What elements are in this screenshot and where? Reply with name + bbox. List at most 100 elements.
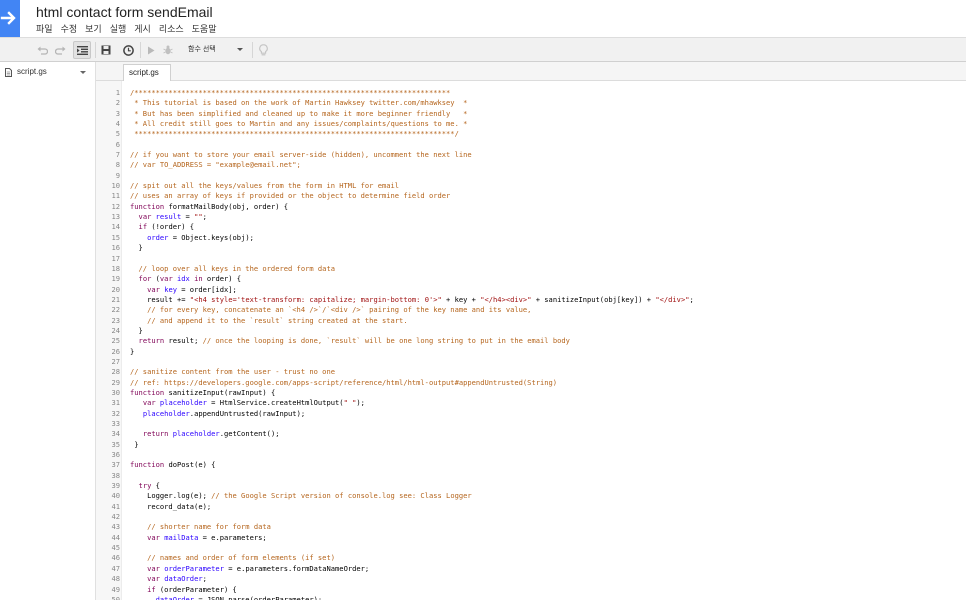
code-text: // spit out all the keys/values from the… (130, 181, 399, 191)
line-number: 4 (115, 119, 120, 129)
code-line[interactable]: 27 (96, 357, 966, 367)
line-number: 22 (111, 305, 120, 315)
save-button[interactable] (99, 41, 113, 59)
code-line[interactable]: 50 dataOrder = JSON.parse(orderParameter… (96, 595, 966, 600)
code-line[interactable]: 30 function sanitizeInput(rawInput) { (96, 388, 966, 398)
code-line[interactable]: 21 result += "<h4 style='text-transform:… (96, 295, 966, 305)
toolbar-separator (95, 42, 96, 58)
triggers-button[interactable] (121, 41, 135, 59)
menu-run[interactable]: 실행 (106, 22, 131, 36)
code-line[interactable]: 4 * All credit still goes to Martin and … (96, 119, 966, 129)
code-line[interactable]: 37 function doPost(e) { (96, 460, 966, 470)
chevron-down-icon[interactable] (80, 71, 86, 74)
apps-script-logo[interactable] (0, 0, 20, 37)
line-number: 16 (111, 243, 120, 253)
code-line[interactable]: 16 } (96, 243, 966, 253)
code-line[interactable]: 46 // names and order of form elements (… (96, 553, 966, 563)
debug-button[interactable] (161, 41, 175, 59)
code-line[interactable]: 43 // shorter name for form data (96, 522, 966, 532)
code-line[interactable]: 45 (96, 543, 966, 553)
code-line[interactable]: 1 /**************************************… (96, 88, 966, 98)
menu-edit[interactable]: 수정 (57, 22, 82, 36)
keyword-token: try (138, 481, 152, 491)
menu-help[interactable]: 도움말 (188, 22, 221, 36)
code-line[interactable]: 42 (96, 512, 966, 522)
comment-token: // shorter name for form data (130, 522, 271, 532)
code-line[interactable]: 18 // loop over all keys in the ordered … (96, 264, 966, 274)
comment-token: /***************************************… (130, 88, 451, 97)
code-line[interactable]: 36 (96, 450, 966, 460)
code-line[interactable]: 44 var mailData = e.parameters; (96, 533, 966, 543)
code-line[interactable]: 17 (96, 254, 966, 264)
code-line[interactable]: 9 (96, 171, 966, 181)
undo-button[interactable] (35, 41, 49, 59)
code-line[interactable]: 10 // spit out all the keys/values from t… (96, 181, 966, 191)
code-line[interactable]: 49 if (orderParameter) { (96, 585, 966, 595)
function-select[interactable]: 함수 선택 (183, 41, 249, 59)
code-line[interactable]: 11 // uses an array of keys if provided o… (96, 191, 966, 201)
code-line[interactable]: 34 return placeholder.getContent(); (96, 429, 966, 439)
line-number: 36 (111, 450, 120, 460)
code-token: .getContent(); (219, 429, 280, 439)
code-line[interactable]: 25 return result; // once the looping is… (96, 336, 966, 346)
comment-token: * All credit still goes to Martin and an… (130, 119, 468, 129)
project-title[interactable]: html contact form sendEmail (36, 4, 213, 20)
code-line[interactable]: 29 // ref: https://developers.google.com/… (96, 378, 966, 388)
code-editor[interactable]: 1 /**************************************… (96, 81, 966, 600)
tab-script-gs[interactable]: script.gs (123, 64, 171, 81)
menu-publish[interactable]: 게시 (130, 22, 155, 36)
sidebar-file-script[interactable]: script.gs (0, 64, 94, 80)
code-line[interactable]: 7 // if you want to store your email serv… (96, 150, 966, 160)
variable-token: dataOrder (155, 594, 195, 600)
code-line[interactable]: 39 try { (96, 481, 966, 491)
code-line[interactable]: 12 function formatMailBody(obj, order) { (96, 202, 966, 212)
code-line[interactable]: 23 // and append it to the `result` stri… (96, 316, 966, 326)
code-line[interactable]: 35 } (96, 440, 966, 450)
code-line[interactable]: 33 (96, 419, 966, 429)
code-line[interactable]: 22 // for every key, concatenate an `<h4… (96, 305, 966, 315)
code-line[interactable]: 38 (96, 471, 966, 481)
code-text: order = Object.keys(obj); (130, 233, 254, 243)
code-line[interactable]: 5 **************************************… (96, 129, 966, 139)
code-line[interactable]: 26} (96, 347, 966, 357)
code-line[interactable]: 48 var dataOrder; (96, 574, 966, 584)
indent-button[interactable] (73, 41, 91, 59)
code-line[interactable]: 13 var result = ""; (96, 212, 966, 222)
code-line[interactable]: 3 * But has been simplified and cleaned … (96, 109, 966, 119)
code-line[interactable]: 47 var orderParameter = e.parameters.for… (96, 564, 966, 574)
code-line[interactable]: 32 placeholder.appendUntrusted(rawInput)… (96, 409, 966, 419)
keyword-token: var (147, 532, 160, 542)
code-line[interactable]: 41 record_data(e); (96, 502, 966, 512)
code-line[interactable]: 6 (96, 140, 966, 150)
code-line[interactable]: 8 // var TO_ADDRESS = "example@email.net"… (96, 160, 966, 170)
menu-view[interactable]: 보기 (81, 22, 106, 36)
menu-file[interactable]: 파일 (32, 22, 57, 36)
code-line[interactable]: 2 * This tutorial is based on the work o… (96, 98, 966, 108)
redo-button[interactable] (53, 41, 67, 59)
line-number: 42 (111, 512, 120, 522)
code-text: } (130, 243, 143, 253)
code-line[interactable]: 19 for (var idx in order) { (96, 274, 966, 284)
keyword-token: if (147, 584, 156, 594)
code-line[interactable]: 15 order = Object.keys(obj); (96, 233, 966, 243)
line-number: 20 (111, 284, 120, 294)
code-text: Logger.log(e); // the Google Script vers… (130, 491, 472, 501)
run-button[interactable] (144, 41, 158, 59)
code-text: if (orderParameter) { (130, 585, 237, 595)
code-line[interactable]: 40 Logger.log(e); // the Google Script v… (96, 491, 966, 501)
keyword-token: var (159, 274, 173, 284)
comment-token: // once the looping is done, `result` wi… (202, 336, 570, 346)
line-number: 29 (111, 377, 120, 387)
comment-token: // loop over all keys in the ordered for… (130, 263, 335, 273)
code-line[interactable]: 20 var key = order[idx]; (96, 285, 966, 295)
code-line[interactable]: 31 var placeholder = HtmlService.createH… (96, 398, 966, 408)
code-text: dataOrder = JSON.parse(orderParameter); (130, 594, 323, 600)
execution-hints-button[interactable] (256, 41, 270, 59)
code-token: ); (356, 398, 365, 408)
code-line[interactable]: 24 } (96, 326, 966, 336)
keyword-token: var (147, 563, 160, 573)
toolbar-separator (140, 42, 141, 58)
code-line[interactable]: 28 // sanitize content from the user - tr… (96, 367, 966, 377)
code-line[interactable]: 14 if (!order) { (96, 222, 966, 232)
menu-resources[interactable]: 리소스 (155, 22, 188, 36)
